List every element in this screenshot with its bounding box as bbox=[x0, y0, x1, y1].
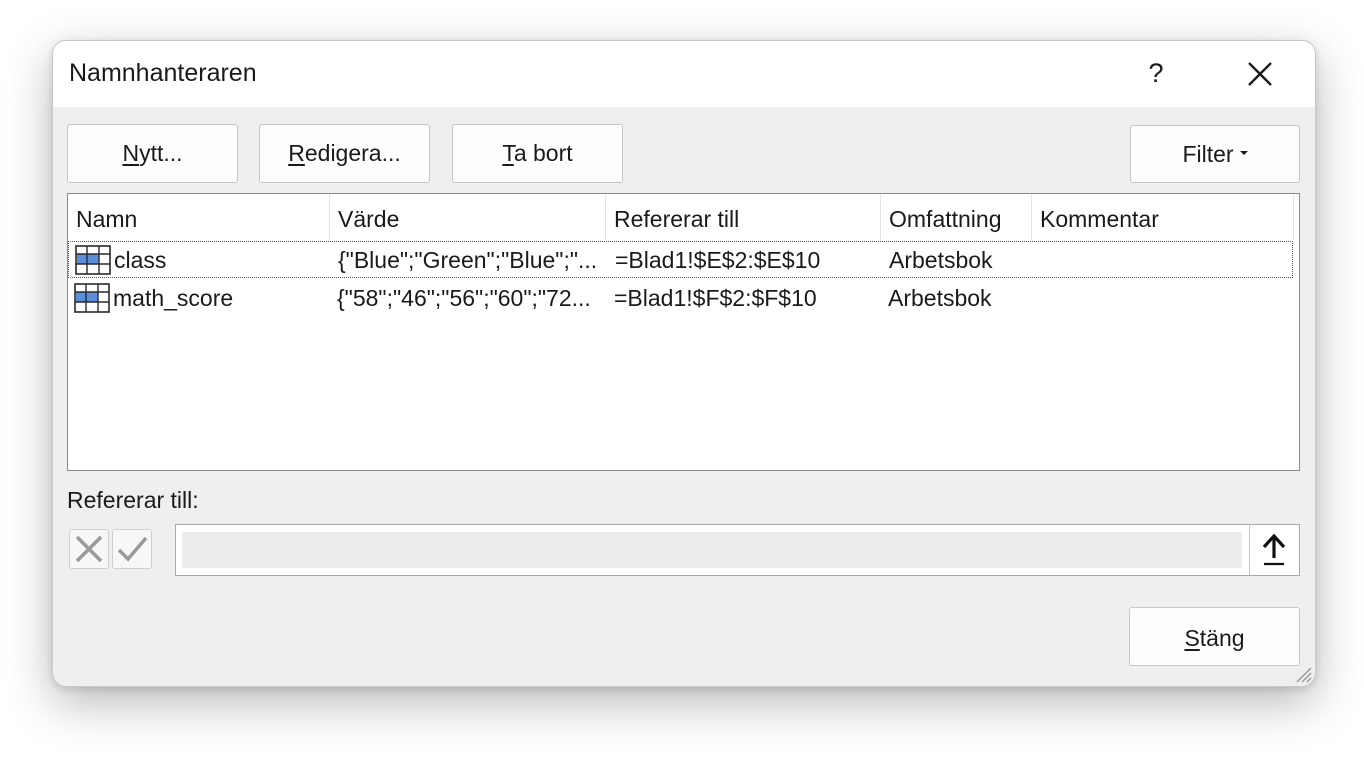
edit-button-mnemonic: R bbox=[288, 140, 305, 166]
filter-button-label: Filter bbox=[1182, 141, 1234, 167]
dropdown-caret-icon bbox=[1239, 150, 1248, 155]
table-row[interactable]: math_score {"58";"46";"56";"60";"72... =… bbox=[68, 280, 1293, 317]
row-name: math_score bbox=[113, 285, 234, 311]
close-button[interactable]: Stäng bbox=[1129, 607, 1300, 666]
row-scope: Arbetsbok bbox=[888, 285, 992, 311]
column-header-name[interactable]: Namn bbox=[68, 194, 330, 240]
new-button[interactable]: Nytt... bbox=[67, 124, 238, 183]
edit-button-label: edigera... bbox=[304, 140, 401, 166]
named-range-icon bbox=[74, 283, 110, 313]
checkmark-icon bbox=[117, 536, 148, 562]
close-button-label: täng bbox=[1199, 625, 1245, 651]
refers-to-field bbox=[175, 524, 1300, 576]
column-header-comment[interactable]: Kommentar bbox=[1032, 194, 1294, 240]
arrow-up-icon bbox=[1262, 533, 1286, 566]
delete-button-label: a bort bbox=[513, 140, 573, 166]
close-icon[interactable] bbox=[1243, 57, 1277, 91]
cancel-edit-button[interactable] bbox=[69, 529, 109, 569]
named-range-icon bbox=[75, 245, 111, 275]
column-header-refers-to[interactable]: Refererar till bbox=[606, 194, 881, 240]
row-refers-to: =Blad1!$F$2:$F$10 bbox=[614, 285, 817, 311]
name-manager-dialog: Namnhanteraren ? Nytt... Redigera... Ta … bbox=[52, 40, 1316, 687]
refers-to-input[interactable] bbox=[182, 532, 1242, 568]
row-name: class bbox=[114, 247, 167, 273]
new-button-label: ytt... bbox=[139, 140, 183, 166]
row-comment bbox=[1040, 242, 1290, 279]
row-scope: Arbetsbok bbox=[889, 247, 993, 273]
filter-button[interactable]: Filter bbox=[1130, 125, 1300, 183]
delete-button-mnemonic: T bbox=[502, 140, 514, 166]
refers-to-label: Refererar till: bbox=[67, 487, 199, 513]
resize-grip-icon[interactable] bbox=[1291, 662, 1313, 684]
row-comment bbox=[1039, 280, 1289, 317]
names-list[interactable]: Namn Värde Refererar till Omfattning Kom… bbox=[67, 193, 1300, 471]
cancel-x-icon bbox=[75, 535, 103, 563]
column-header-value[interactable]: Värde bbox=[330, 194, 606, 240]
edit-button[interactable]: Redigera... bbox=[259, 124, 430, 183]
collapse-dialog-button[interactable] bbox=[1249, 525, 1299, 575]
confirm-edit-button[interactable] bbox=[112, 529, 152, 569]
title-bar: Namnhanteraren ? bbox=[53, 41, 1315, 107]
row-value: {"58";"46";"56";"60";"72... bbox=[337, 285, 591, 311]
dialog-title: Namnhanteraren bbox=[69, 59, 257, 87]
list-header: Namn Värde Refererar till Omfattning Kom… bbox=[68, 194, 1299, 240]
column-header-scope[interactable]: Omfattning bbox=[881, 194, 1032, 240]
help-button[interactable]: ? bbox=[1143, 55, 1169, 91]
delete-button[interactable]: Ta bort bbox=[452, 124, 623, 183]
row-refers-to: =Blad1!$E$2:$E$10 bbox=[615, 247, 821, 273]
close-button-mnemonic: S bbox=[1184, 625, 1200, 651]
new-button-mnemonic: N bbox=[122, 140, 140, 166]
table-row[interactable]: class {"Blue";"Green";"Blue";"... =Blad1… bbox=[68, 241, 1293, 278]
row-value: {"Blue";"Green";"Blue";"... bbox=[338, 247, 598, 273]
